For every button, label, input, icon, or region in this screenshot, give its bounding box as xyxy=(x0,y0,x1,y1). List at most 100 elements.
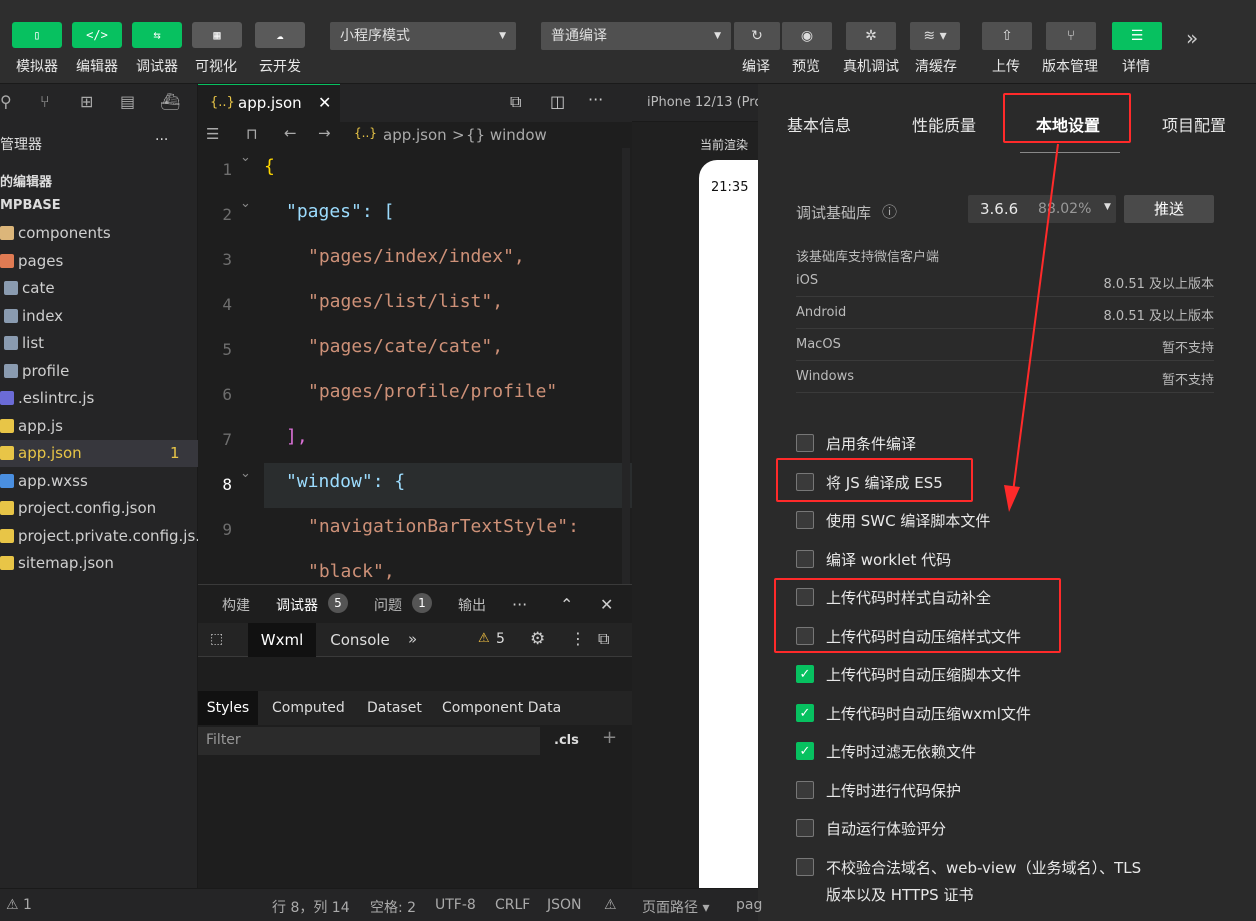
debug-tab-2[interactable]: 问题 xyxy=(374,595,402,615)
tree-item[interactable]: components xyxy=(0,220,198,247)
tree-item[interactable]: sitemap.json xyxy=(0,550,198,577)
option-row[interactable]: ✓ 上传时过滤无依赖文件 xyxy=(796,738,976,764)
toolbar-right-button-6[interactable]: ☰ xyxy=(1112,22,1162,50)
open-preview-icon[interactable]: ⧉ xyxy=(510,92,521,112)
tree-item[interactable]: app.json 1 xyxy=(0,440,198,467)
tab-3[interactable]: 项目配置 xyxy=(1162,112,1226,136)
search-icon[interactable]: ⚲ xyxy=(0,92,12,111)
split-editor-icon[interactable]: ◫ xyxy=(550,92,565,111)
toolbar-right-button-4[interactable]: ⇧ xyxy=(982,22,1032,50)
option-row[interactable]: 启用条件编译 xyxy=(796,430,916,456)
fold-chevron-icon[interactable]: ⌄ xyxy=(240,466,251,481)
breadcrumb-node[interactable]: {} window xyxy=(466,126,547,144)
toolbar-more-button[interactable]: » xyxy=(1186,26,1198,50)
toolbar-right-button-1[interactable]: ◉ xyxy=(782,22,832,50)
close-icon[interactable]: ✕ xyxy=(318,93,331,112)
breadcrumb-file[interactable]: app.json xyxy=(383,126,447,144)
checkbox[interactable] xyxy=(796,858,814,876)
checkbox[interactable] xyxy=(796,819,814,837)
debug-tab-3[interactable]: 输出 xyxy=(458,595,486,615)
toolbar-button-2[interactable]: ⇆ xyxy=(132,22,182,48)
tree-item[interactable]: pages xyxy=(0,248,198,275)
status-position[interactable]: 行 8，列 14 xyxy=(272,897,350,917)
device-select[interactable]: iPhone 12/13 (Pro xyxy=(647,95,762,110)
debug-tab-0[interactable]: 构建 xyxy=(222,595,250,615)
status-spaces[interactable]: 空格: 2 xyxy=(370,897,416,917)
tab-0[interactable]: 基本信息 xyxy=(787,112,851,136)
inspect-icon[interactable]: ⬚ xyxy=(210,631,223,647)
open-editors-section[interactable]: 的编辑器 xyxy=(0,171,52,190)
warning-icon[interactable]: ⚠ xyxy=(604,897,617,913)
tree-item[interactable]: index xyxy=(0,303,198,330)
option-row[interactable]: 编译 worklet 代码 xyxy=(796,546,951,572)
toolbar-right-button-0[interactable]: ↻ xyxy=(734,22,780,50)
extensions-icon[interactable]: ⊞ xyxy=(80,92,93,111)
debug-tab-1[interactable]: 调试器 xyxy=(276,595,318,615)
help-icon[interactable]: ⓘ xyxy=(882,201,897,222)
tree-item[interactable]: project.private.config.js... xyxy=(0,523,198,550)
option-row[interactable]: 使用 SWC 编译脚本文件 xyxy=(796,507,990,533)
bookmark-icon[interactable]: ⊓ xyxy=(246,125,258,143)
status-errors[interactable]: ⚠ 1 xyxy=(6,897,32,913)
warning-count[interactable]: 5 xyxy=(496,631,505,647)
tab-computed[interactable]: Computed xyxy=(272,700,345,716)
checkbox[interactable] xyxy=(796,434,814,452)
list-icon[interactable]: ☰ xyxy=(206,125,219,143)
tree-item[interactable]: app.wxss xyxy=(0,468,198,495)
checkbox[interactable]: ✓ xyxy=(796,665,814,683)
tab-1[interactable]: 性能质量 xyxy=(912,112,976,136)
chevron-up-icon[interactable]: ⌃ xyxy=(560,595,573,614)
gear-icon[interactable]: ⚙ xyxy=(530,629,545,649)
docker-icon[interactable]: ⛴ xyxy=(160,92,180,111)
toolbar-right-button-5[interactable]: ⑂ xyxy=(1046,22,1096,50)
forward-arrow-icon[interactable]: → xyxy=(318,124,331,142)
toolbar-button-4[interactable]: ☁ xyxy=(255,22,305,48)
kebab-menu-icon[interactable]: ⋮ xyxy=(570,629,586,648)
scrollbar[interactable] xyxy=(622,148,630,584)
mode-select[interactable]: 小程序模式 ▼ xyxy=(330,22,516,50)
tab-component-data[interactable]: Component Data xyxy=(442,700,561,716)
tree-item[interactable]: project.config.json xyxy=(0,495,198,522)
checkbox[interactable] xyxy=(796,781,814,799)
phone-screen[interactable]: 21:35 xyxy=(699,160,758,888)
tree-item[interactable]: profile xyxy=(0,358,198,385)
checkbox[interactable]: ✓ xyxy=(796,742,814,760)
toolbar-right-button-2[interactable]: ✲ xyxy=(846,22,896,50)
filter-input[interactable]: Filter xyxy=(198,727,540,755)
editor-more-icon[interactable]: ··· xyxy=(588,90,603,109)
page-path-select[interactable]: 页面路径 ▾ xyxy=(642,897,709,917)
cls-toggle[interactable]: .cls xyxy=(554,733,579,748)
tab-console[interactable]: Console xyxy=(324,623,396,657)
status-language[interactable]: JSON xyxy=(547,897,582,913)
outline-icon[interactable]: ▤ xyxy=(120,92,135,111)
tree-item[interactable]: list xyxy=(0,330,198,357)
add-rule-icon[interactable]: + xyxy=(602,727,617,748)
more-tabs-icon[interactable]: » xyxy=(408,630,417,648)
toolbar-button-3[interactable]: ▦ xyxy=(192,22,242,48)
tree-item[interactable]: cate xyxy=(0,275,198,302)
option-row[interactable]: ✓ 上传代码时自动压缩脚本文件 xyxy=(796,661,1021,687)
toolbar-button-1[interactable]: </> xyxy=(72,22,122,48)
status-eol[interactable]: CRLF xyxy=(495,897,530,913)
tree-item[interactable]: app.js xyxy=(0,413,198,440)
close-icon[interactable]: ✕ xyxy=(600,595,613,614)
option-row[interactable]: ✓ 上传代码时自动压缩wxml文件 xyxy=(796,700,1031,726)
code-editor[interactable]: {"pages": ["pages/index/index", "pages/li… xyxy=(198,148,632,584)
toolbar-button-0[interactable]: ▯ xyxy=(12,22,62,48)
option-row[interactable]: 自动运行体验评分 xyxy=(796,815,946,841)
push-button[interactable]: 推送 xyxy=(1124,195,1214,223)
checkbox[interactable] xyxy=(796,511,814,529)
fold-chevron-icon[interactable]: ⌄ xyxy=(240,196,251,211)
git-branch-icon[interactable]: ⑂ xyxy=(40,92,50,111)
project-root[interactable]: MPBASE xyxy=(0,198,61,213)
fold-chevron-icon[interactable]: ⌄ xyxy=(240,150,251,165)
tab-app-json[interactable]: {..} app.json ✕ xyxy=(198,84,340,122)
status-encoding[interactable]: UTF-8 xyxy=(435,897,476,913)
tree-item[interactable]: .eslintrc.js xyxy=(0,385,198,412)
compile-select[interactable]: 普通编译 ▼ xyxy=(541,22,731,50)
dock-icon[interactable]: ⧉ xyxy=(598,629,609,649)
debug-more-icon[interactable]: ··· xyxy=(512,595,527,614)
tab-dataset[interactable]: Dataset xyxy=(367,700,422,716)
tab-wxml[interactable]: Wxml xyxy=(248,623,316,657)
option-row[interactable]: 不校验合法域名、web-view（业务域名）、TLS xyxy=(796,854,1141,880)
